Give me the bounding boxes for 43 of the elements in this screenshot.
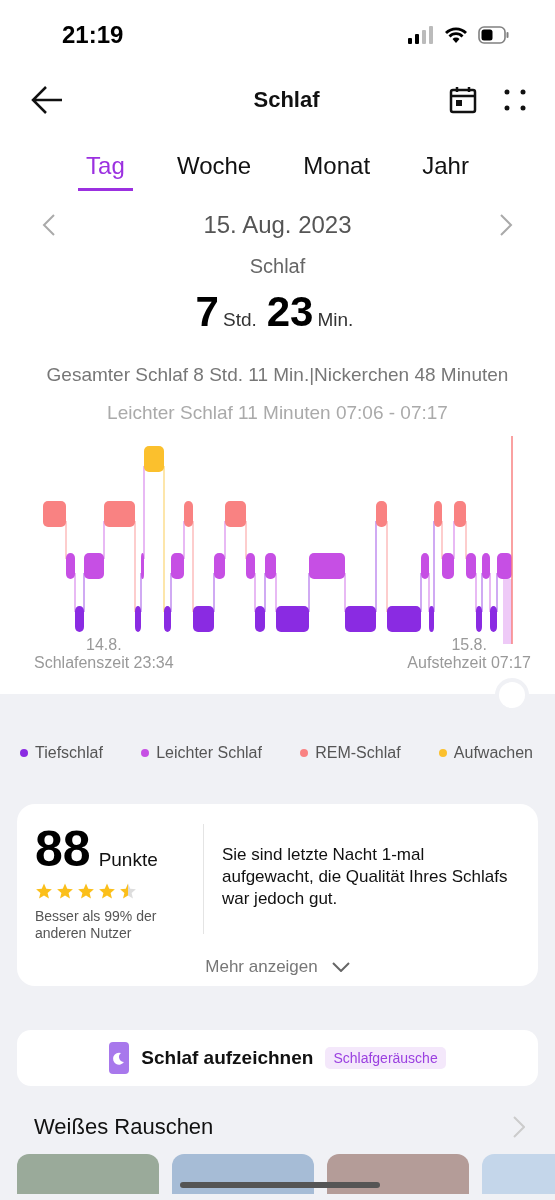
star-icon	[35, 882, 53, 900]
minutes-unit: Min.	[317, 309, 354, 331]
sleep-sounds-tag: Schlafgeräusche	[325, 1047, 446, 1069]
legend-label: REM-Schlaf	[315, 744, 401, 762]
date-label: 15. Aug. 2023	[203, 211, 352, 239]
chart-caption: Leichter Schlaf 11 Minuten 07:06 - 07:17	[107, 402, 448, 424]
star-icon	[98, 882, 116, 900]
score-value: 88	[35, 824, 91, 874]
period-tab[interactable]: Monat	[295, 150, 379, 191]
totals-text: Gesamter Schlaf 8 Std. 11 Min.|Nickerchen 48 Minuten	[46, 364, 509, 386]
star-icon	[119, 882, 137, 900]
hours-unit: Std.	[222, 309, 257, 331]
bedtime-label: Schlafenszeit 23:34	[34, 654, 174, 672]
period-tab[interactable]: Tag	[78, 150, 133, 191]
chevron-right-icon[interactable]	[513, 1116, 525, 1138]
sound-thumbnail[interactable]	[327, 1154, 469, 1194]
moon-phone-icon	[109, 1042, 130, 1074]
sleep-message: Sie sind letzte Nacht 1-mal aufgewacht, die Qualität Ihres Schlafs war jedoch gut.	[221, 844, 509, 911]
start-date: 14.8.	[86, 636, 122, 654]
star-icon	[77, 882, 95, 900]
legend-label: Tiefschlaf	[35, 744, 103, 762]
end-date: 15.8.	[451, 636, 487, 654]
minutes-value: 23	[266, 288, 314, 336]
star-icon	[56, 882, 74, 900]
legend-label: Aufwachen	[453, 744, 533, 762]
wifi-icon	[444, 26, 468, 44]
comparison-text: Besser als 99% der anderen Nutzer	[35, 908, 158, 942]
record-sleep-button[interactable]: Schlaf aufzeichnen Schlafgeräusche	[17, 1030, 538, 1086]
hours-value: 7	[195, 288, 219, 336]
period-tab[interactable]: Jahr	[414, 150, 477, 191]
status-time: 21:19	[62, 21, 124, 49]
wake-time-label: Aufstehzeit 07:17	[407, 654, 531, 672]
period-tab[interactable]: Woche	[168, 150, 260, 191]
chevron-down-icon	[331, 962, 350, 972]
legend-label: Leichter Schlaf	[156, 744, 262, 762]
score-unit: Punkte	[98, 849, 158, 871]
summary-label: Schlaf	[249, 255, 306, 278]
sound-thumbnail[interactable]	[17, 1154, 159, 1194]
section-title: Weißes Rauschen	[34, 1114, 214, 1140]
show-more-button[interactable]: Mehr anzeigen	[199, 956, 356, 978]
signal-icon	[408, 26, 434, 44]
battery-icon	[478, 26, 510, 44]
page-title: Schlaf	[252, 87, 321, 113]
